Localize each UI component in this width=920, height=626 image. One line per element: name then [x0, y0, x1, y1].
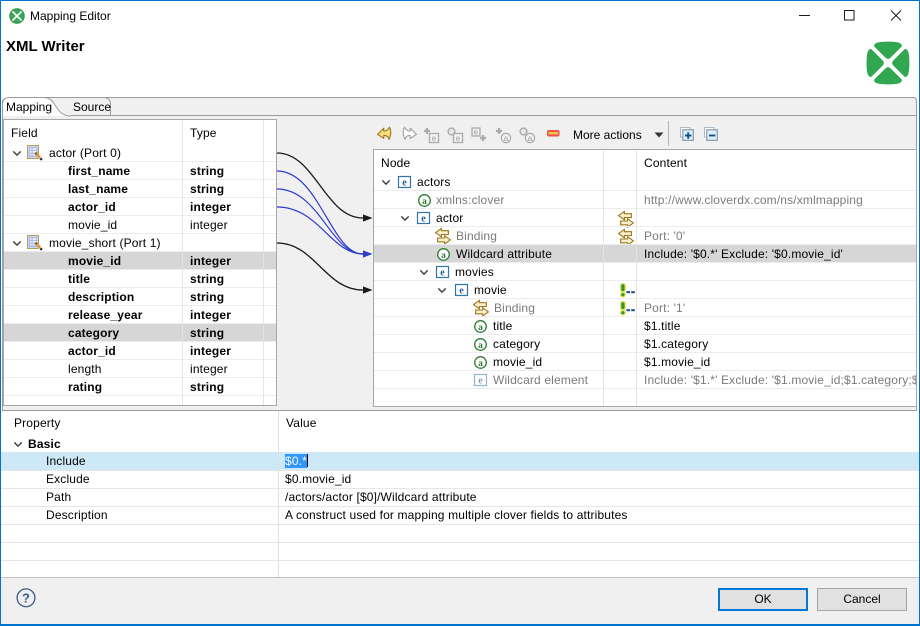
- svg-text:e: e: [402, 178, 407, 189]
- svg-text:a: a: [441, 251, 446, 261]
- svg-text:a: a: [422, 197, 427, 207]
- svg-text:e: e: [459, 286, 464, 297]
- svg-text:a: a: [478, 359, 483, 369]
- svg-text:e: e: [440, 268, 445, 279]
- svg-text:?: ?: [22, 590, 30, 605]
- svg-text:a: a: [478, 323, 483, 333]
- svg-text:e: e: [456, 134, 461, 143]
- svg-text:a: a: [478, 341, 483, 351]
- svg-text:e: e: [432, 134, 437, 143]
- svg-text:e: e: [421, 214, 426, 225]
- svg-text:e: e: [474, 128, 478, 137]
- svg-text:a: a: [528, 134, 533, 143]
- svg-text:a: a: [504, 134, 509, 143]
- svg-text:e: e: [478, 376, 483, 387]
